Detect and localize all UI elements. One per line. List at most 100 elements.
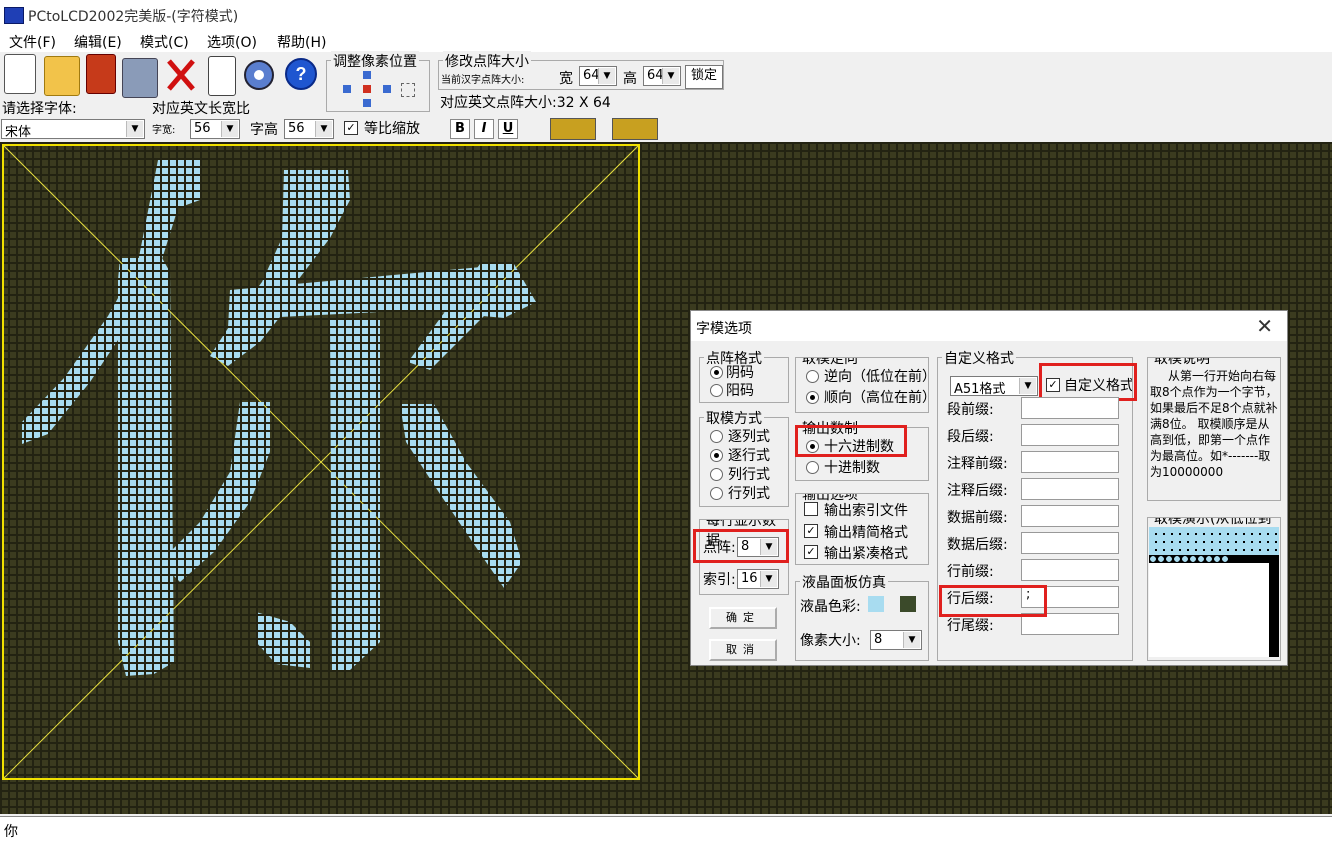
pixel-size-label: 像素大小: [800,633,861,649]
menu-file[interactable]: 文件(F) [9,32,56,52]
explain-text: 从第一行开始向右每取8个点作为一个字节，如果最后不足8个点就补满8位。 取模顺序… [1150,369,1278,479]
char-width-label: 字宽: [152,125,176,136]
field-label-1: 段后缀: [947,429,994,445]
char-height-select[interactable]: 56 ▼ [284,119,334,139]
save-icon[interactable] [86,54,116,94]
tight-label: 输出紧凑格式 [824,546,908,562]
menu-edit[interactable]: 编辑(E) [74,32,122,52]
matrix-height-select[interactable]: 64 ▼ [643,66,681,86]
help-icon[interactable]: ? [284,55,318,93]
ok-button[interactable]: 确定 [709,607,777,629]
radio-negative[interactable] [710,366,723,379]
radio-positive[interactable] [710,384,723,397]
column-label: 逐列式 [728,429,770,445]
radio-decimal[interactable] [806,461,819,474]
field-input-3[interactable] [1021,478,1119,500]
field-label-6: 行前缀: [947,564,994,580]
lcd-fg-swatch[interactable] [868,596,884,612]
center-icon[interactable] [363,85,371,93]
field-label-2: 注释前缀: [947,456,1008,472]
field-input-0[interactable] [1021,397,1119,419]
field-input-5[interactable] [1021,532,1119,554]
field-input-1[interactable] [1021,424,1119,446]
pixel-size-select[interactable]: 8 ▼ [870,630,922,650]
index-count-select[interactable]: 16 ▼ [737,569,779,589]
bold-button[interactable]: B [450,119,470,139]
shift-left-icon[interactable] [343,85,351,93]
compact-label: 输出精简格式 [824,525,908,541]
document-icon[interactable] [208,56,236,96]
field-label-8: 行尾缀: [947,618,994,634]
lock-button[interactable]: 锁定 [685,65,723,89]
font-select[interactable]: 宋体 ▼ [1,119,145,140]
current-size-label: 当前汉字点阵大小: [441,75,525,86]
tight-checkbox[interactable]: ✓ [804,545,818,559]
italic-button[interactable]: I [474,119,494,139]
cancel-button[interactable]: 取消 [709,639,777,661]
menu-options[interactable]: 选项(O) [207,32,257,52]
custom-format-title: 自定义格式 [942,348,1016,368]
scan-mode-title: 取模方式 [704,408,764,428]
lcd-sim-title: 液晶面板仿真 [800,572,888,592]
flip-icon[interactable] [612,118,658,140]
delete-icon[interactable] [164,56,198,94]
print-settings-icon[interactable] [122,58,158,98]
open-folder-icon[interactable] [44,56,80,96]
menu-help[interactable]: 帮助(H) [277,32,326,52]
dialog-title: 字模选项 [696,321,752,337]
negative-label: 阴码 [726,365,754,381]
highlight-row-suffix [939,585,1047,617]
underline-button[interactable]: U [498,119,518,139]
radio-column-row[interactable] [710,468,723,481]
title-bar: PCtoLCD2002完美版-(字符模式) [0,0,1332,30]
rotate-icon[interactable] [550,118,596,140]
font-options-dialog: 字模选项 ✕ 点阵格式 阴码 阳码 取模方式 逐列式 逐行式 列行式 行列式 每… [690,310,1288,666]
menu-mode[interactable]: 模式(C) [140,32,189,52]
matrix-width-select[interactable]: 64 ▼ [579,66,617,86]
char-width-select[interactable]: 56 ▼ [190,119,240,139]
close-icon[interactable]: ✕ [1256,314,1273,338]
glyph-pixels [22,160,536,676]
lcd-sim-group: 液晶面板仿真 液晶色彩: 像素大小: 8 ▼ [795,572,929,661]
forward-label: 顺向（高位在前） [824,390,929,406]
field-label-3: 注释后缀: [947,483,1008,499]
menu-bar: 文件(F) 编辑(E) 模式(C) 选项(O) 帮助(H) [0,30,1332,52]
gear-icon[interactable] [242,56,276,94]
compact-checkbox[interactable]: ✓ [804,524,818,538]
dot-format-group: 点阵格式 阴码 阳码 [699,348,789,403]
grid-toggle-icon[interactable] [401,83,415,97]
status-text[interactable]: 你 [4,821,18,841]
field-input-2[interactable] [1021,451,1119,473]
lcd-bg-swatch[interactable] [900,596,916,612]
field-input-6[interactable] [1021,559,1119,581]
radio-reverse[interactable] [806,370,819,383]
scan-mode-group: 取模方式 逐列式 逐行式 列行式 行列式 [699,408,789,507]
dialog-header: 字模选项 ✕ [691,311,1287,341]
toolbar: ? 调整像素位置 修改点阵大小 当前汉字点阵大小: 宽 64 ▼ 高 64 ▼ 锁定… [0,51,1332,142]
highlight-hex [795,425,907,457]
proportional-checkbox[interactable]: ✓ [344,121,358,135]
index-file-checkbox[interactable] [804,502,818,516]
window-title: PCtoLCD2002完美版-(字符模式) [28,9,239,25]
shift-right-icon[interactable] [383,85,391,93]
shift-up-icon[interactable] [363,71,371,79]
eng-size-label: 对应英文点阵大小:32 X 64 [440,95,611,111]
field-input-4[interactable] [1021,505,1119,527]
field-label-0: 段前缀: [947,402,994,418]
index-label: 索引: [703,572,736,588]
radio-row[interactable] [710,449,723,462]
radio-column[interactable] [710,430,723,443]
format-select[interactable]: A51格式 ▼ [950,376,1038,397]
radio-row-column[interactable] [710,487,723,500]
char-height-label: 字高 [250,122,278,138]
explain-group: 取模说明 从第一行开始向右每取8个点作为一个字节，如果最后不足8个点就补满8位。… [1147,357,1281,501]
app-icon [4,7,24,24]
adjust-pixel-label: 调整像素位置 [331,51,419,71]
radio-forward[interactable] [806,391,819,404]
row-column-label: 行列式 [728,486,770,502]
field-label-5: 数据后缀: [947,537,1008,553]
column-row-label: 列行式 [728,467,770,483]
new-file-icon[interactable] [4,54,36,94]
field-label-4: 数据前缀: [947,510,1008,526]
shift-down-icon[interactable] [363,99,371,107]
